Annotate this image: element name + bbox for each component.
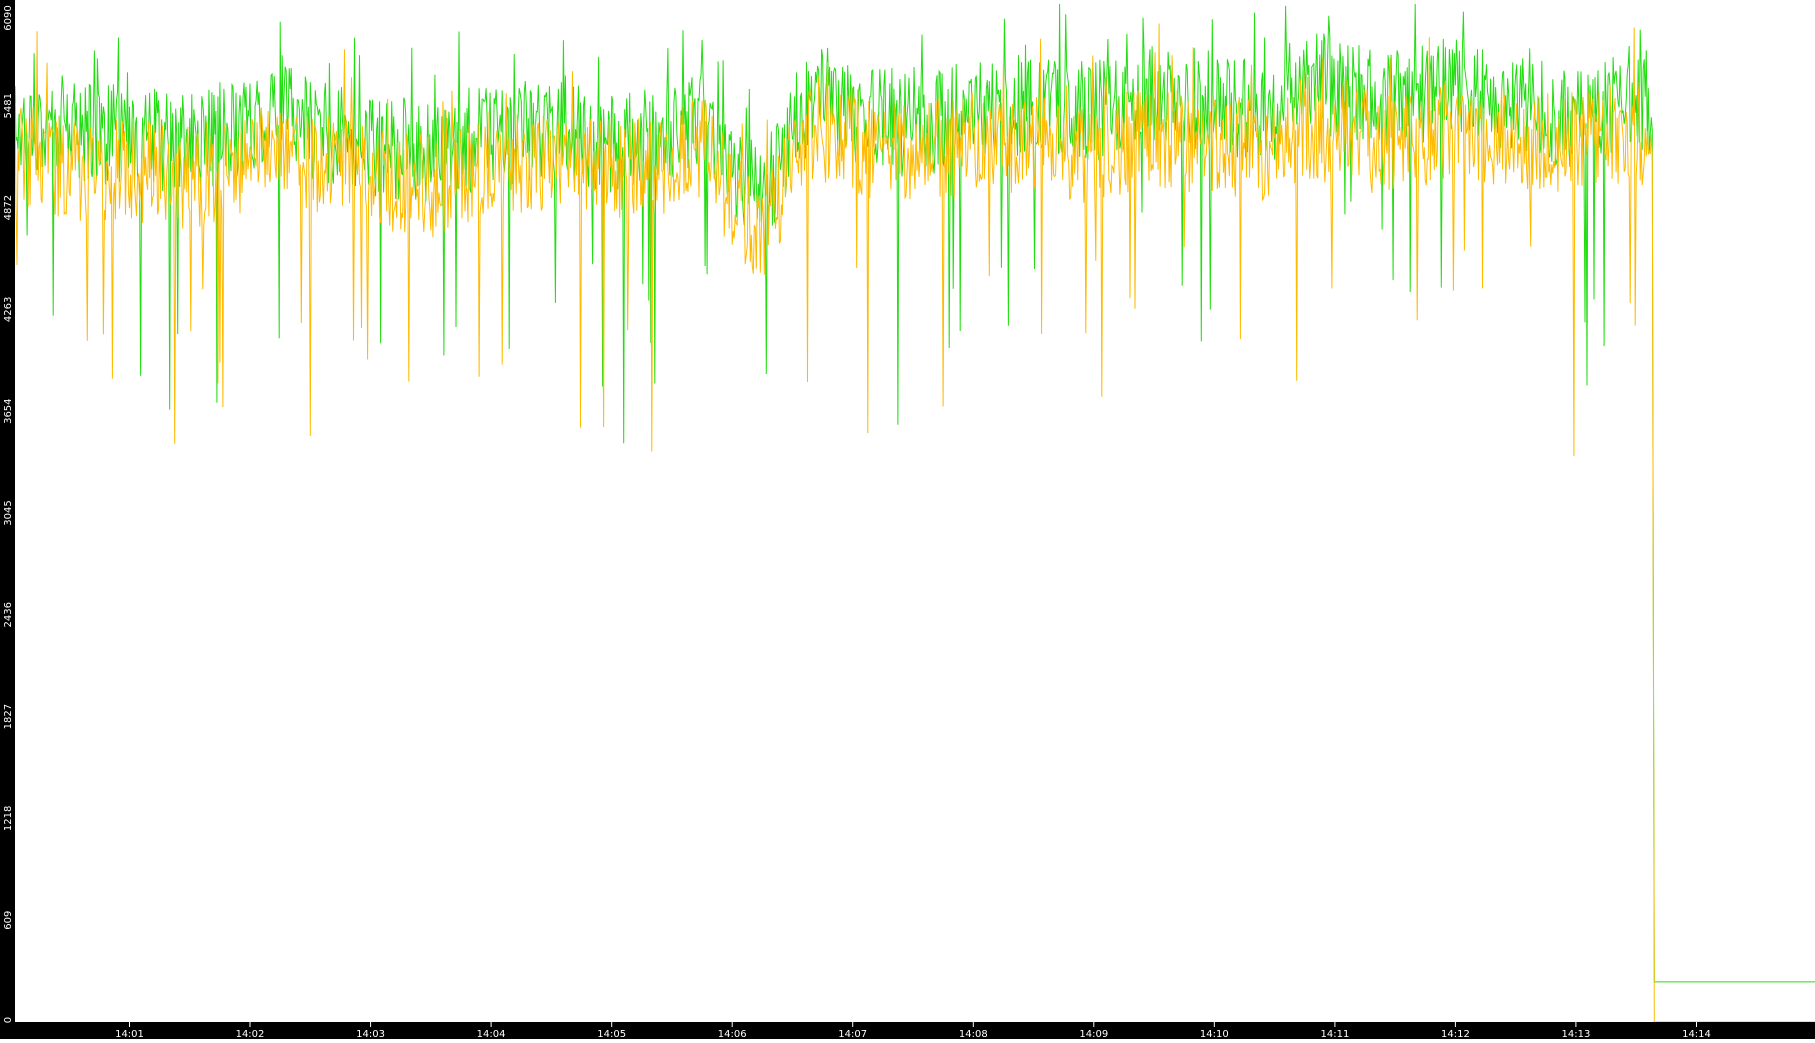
y-tick-label: 4872 [3, 195, 14, 220]
x-tick-label: 14:06 [718, 1029, 747, 1039]
x-tick-label: 14:13 [1561, 1029, 1590, 1039]
y-tick-label: 5481 [3, 93, 14, 118]
y-tick-label: 3654 [3, 398, 14, 423]
y-tick-label: 1218 [3, 806, 14, 831]
y-tick-label: 4263 [3, 297, 14, 322]
x-tick-label: 14:01 [115, 1029, 144, 1039]
x-axis-band [0, 1022, 1815, 1039]
y-tick-label: 2436 [3, 602, 14, 627]
x-tick-label: 14:10 [1200, 1029, 1229, 1039]
x-tick-label: 14:08 [959, 1029, 988, 1039]
chart-svg: 0 609 1218 1827 2436 3045 3654 4263 4872 5481 6090… [0, 0, 1815, 1040]
x-tick-label: 14:09 [1079, 1029, 1108, 1039]
chart: 0 609 1218 1827 2436 3045 3654 4263 4872 5481 6090… [0, 0, 1815, 1040]
x-tick-label: 14:05 [597, 1029, 626, 1039]
x-tick-label: 14:03 [356, 1029, 385, 1039]
y-tick-label: 1827 [3, 704, 14, 729]
y-tick-label: 6090 [3, 5, 14, 30]
x-tick-label: 14:11 [1320, 1029, 1349, 1039]
y-tick-label: 3045 [3, 500, 14, 525]
x-tick-label: 14:14 [1682, 1029, 1711, 1039]
x-tick-label: 14:12 [1441, 1029, 1470, 1039]
x-tick-label: 14:02 [236, 1029, 265, 1039]
x-tick-label: 14:04 [477, 1029, 506, 1039]
x-tick-label: 14:07 [838, 1029, 867, 1039]
y-tick-label: 609 [3, 911, 14, 930]
y-tick-label: 0 [3, 1017, 14, 1023]
